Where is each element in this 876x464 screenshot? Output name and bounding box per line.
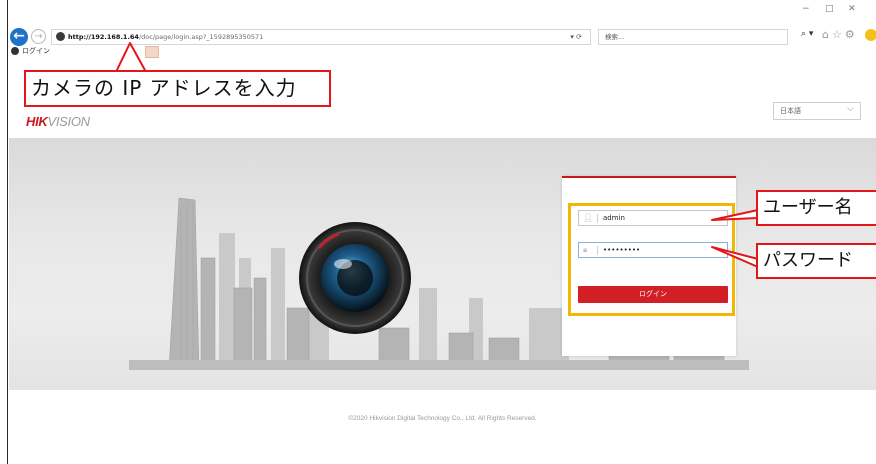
search-input[interactable]: 検索...: [598, 29, 788, 45]
tab-favicon: [11, 47, 19, 55]
url-text: http://192.168.1.64/doc/page/login.asp?_…: [68, 31, 263, 43]
credentials-highlight: [568, 203, 735, 316]
password-callout: パスワード: [756, 243, 876, 279]
url-host: http://192.168.1.64: [68, 33, 139, 41]
close-button[interactable]: ✕: [848, 4, 856, 14]
chevron-down-icon: ⌵: [847, 104, 854, 114]
restore-button[interactable]: □: [825, 4, 834, 14]
hikvision-logo: HIKVISION: [26, 114, 90, 129]
cityscape-illustration: [129, 197, 749, 370]
tab-login[interactable]: ログイン: [8, 45, 50, 57]
search-placeholder: 検索...: [605, 33, 625, 41]
url-path: /doc/page/login.asp?_1592895350571: [138, 33, 264, 41]
page-footer: ©2020 Hikvision Digital Technology Co., …: [9, 390, 876, 464]
back-arrow-icon[interactable]: ←: [10, 28, 28, 46]
window-left-border: [0, 0, 8, 464]
logo-rest: VISION: [47, 114, 91, 129]
site-icon: [56, 32, 65, 41]
username-callout: ユーザー名: [756, 190, 876, 226]
copyright-text: ©2020 Hikvision Digital Technology Co., …: [348, 415, 537, 422]
smiley-icon[interactable]: [865, 29, 876, 41]
hero-banner: [9, 138, 876, 390]
browser-chrome: ← → http://192.168.1.64/doc/page/login.a…: [8, 0, 876, 58]
ip-address-callout: カメラの IP アドレスを入力: [24, 70, 331, 107]
logo-main: HIK: [26, 114, 48, 129]
search-icon[interactable]: ⌕ ▾: [801, 29, 813, 39]
new-tab-button[interactable]: [145, 46, 159, 58]
toolbar-icons[interactable]: ⌂☆⚙: [822, 28, 858, 41]
lens-graphic: [299, 222, 411, 334]
minimize-button[interactable]: −: [802, 4, 810, 14]
refresh-icon[interactable]: ▾ ⟳: [570, 31, 582, 43]
address-bar[interactable]: http://192.168.1.64/doc/page/login.asp?_…: [51, 29, 591, 45]
language-selected: 日本語: [780, 107, 801, 115]
forward-arrow-icon[interactable]: →: [31, 29, 46, 44]
tab-label: ログイン: [22, 47, 50, 55]
language-select[interactable]: 日本語 ⌵: [773, 102, 861, 120]
